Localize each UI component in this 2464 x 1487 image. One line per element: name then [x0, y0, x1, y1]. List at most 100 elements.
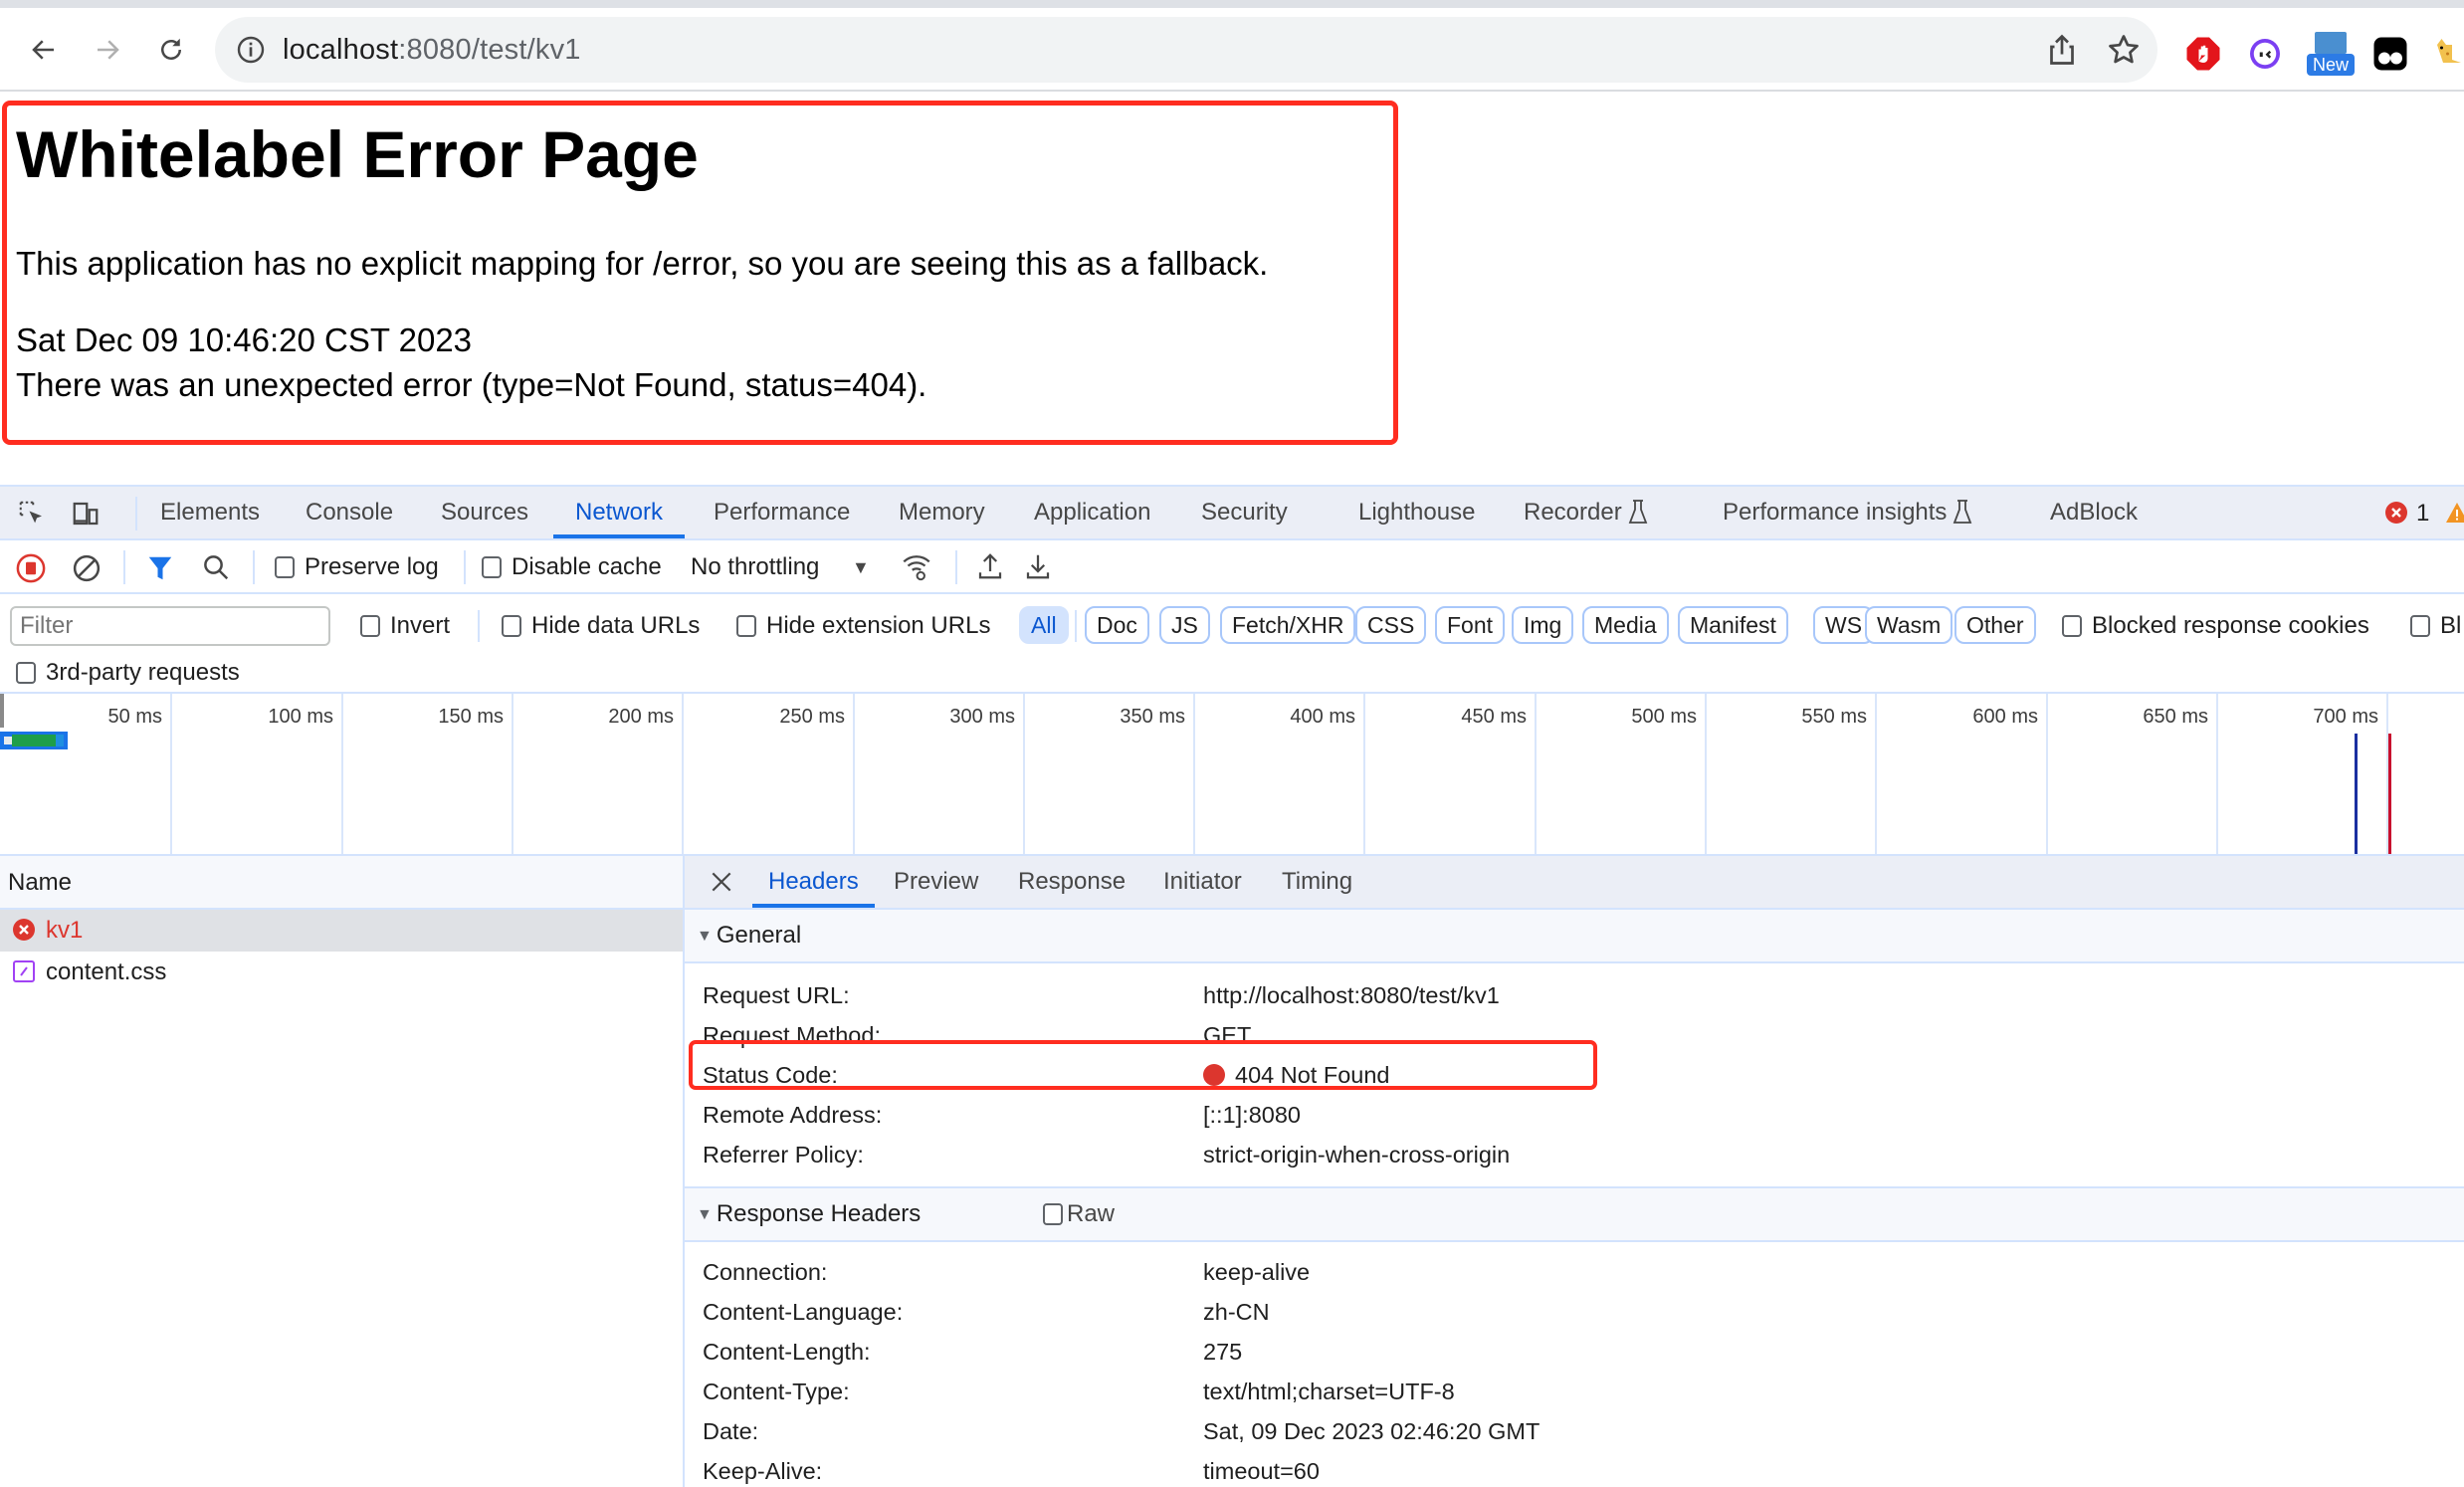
hide-data-urls-checkbox[interactable]: Hide data URLs [502, 611, 700, 641]
details-tab-bar: Headers Preview Response Initiator Timin… [685, 856, 2464, 910]
tab-preview[interactable]: Preview [894, 856, 978, 908]
tab-performance[interactable]: Performance [714, 487, 850, 538]
type-filter-manifest[interactable]: Manifest [1678, 606, 1788, 644]
url-text[interactable]: localhost:8080/test/kv1 [283, 31, 581, 69]
timeline-gridline [1875, 694, 1877, 854]
filter-input[interactable] [10, 606, 330, 646]
type-filter-css[interactable]: CSS [1355, 606, 1427, 644]
timeline-gridline [1705, 694, 1707, 854]
load-event-marker [2388, 734, 2391, 854]
timeline-tick-label: 150 ms [438, 706, 504, 728]
tab-headers[interactable]: Headers [752, 856, 875, 908]
raw-checkbox[interactable]: Raw [1043, 1188, 1115, 1240]
type-filter-fetch-xhr[interactable]: Fetch/XHR [1220, 606, 1356, 644]
third-party-requests-checkbox[interactable]: 3rd-party requests [16, 658, 240, 688]
type-filter-img[interactable]: Img [1512, 606, 1574, 644]
header-row: Request URL: http://localhost:8080/test/k… [703, 982, 1500, 1008]
close-icon[interactable] [709, 869, 734, 895]
triangle-down-icon: ▼ [697, 1206, 713, 1223]
tab-timing[interactable]: Timing [1282, 856, 1352, 908]
tab-security[interactable]: Security [1201, 487, 1288, 538]
timeline-gridline [170, 694, 172, 854]
error-counter[interactable]: 1 [2384, 499, 2429, 529]
tab-adblock[interactable]: AdBlock [2050, 487, 2138, 538]
type-filter-font[interactable]: Font [1435, 606, 1506, 644]
filter-icon[interactable] [145, 553, 175, 583]
device-toolbar-icon[interactable] [70, 499, 102, 529]
throttling-select[interactable]: No throttling ▼ [691, 552, 870, 582]
tab-network[interactable]: Network [553, 487, 686, 538]
share-icon[interactable] [2044, 32, 2080, 68]
search-icon[interactable] [201, 552, 231, 582]
cat-extension-icon[interactable] [2434, 36, 2464, 72]
tab-application[interactable]: Application [1034, 487, 1150, 538]
tab-response[interactable]: Response [1018, 856, 1126, 908]
blocked-requests-checkbox[interactable]: Bl [2410, 611, 2461, 641]
timeline-overview[interactable]: 50 ms 100 ms 150 ms 200 ms 250 ms 300 ms 350 m… [0, 694, 2464, 856]
tab-elements[interactable]: Elements [160, 487, 260, 538]
request-row-content-css[interactable]: content.css [0, 952, 683, 993]
timeline-start-handle[interactable] [0, 694, 4, 728]
tab-strip [0, 0, 2464, 8]
request-row-kv1[interactable]: kv1 [0, 910, 683, 952]
filter-bar: Invert Hide data URLs Hide extension URL… [0, 594, 2464, 694]
warning-icon[interactable] [2444, 501, 2464, 525]
import-har-icon[interactable] [975, 550, 1005, 582]
response-headers-section-header[interactable]: ▼ Response Headers Raw [685, 1188, 2464, 1242]
tampermonkey-icon[interactable] [2372, 36, 2408, 72]
tab-lighthouse[interactable]: Lighthouse [1358, 487, 1475, 538]
blocked-response-cookies-checkbox[interactable]: Blocked response cookies [2062, 611, 2369, 641]
forward-button[interactable] [86, 28, 129, 72]
tab-recorder[interactable]: Recorder [1524, 487, 1648, 538]
error-icon [2385, 502, 2407, 524]
timeline-gridline [853, 694, 855, 854]
timeline-tick-label: 550 ms [1801, 706, 1867, 728]
column-header-name[interactable]: Name [0, 856, 683, 910]
disable-cache-checkbox[interactable]: Disable cache [482, 552, 662, 582]
type-filter-other[interactable]: Other [1954, 606, 2036, 644]
request-bar-download [56, 735, 64, 746]
hide-extension-urls-checkbox[interactable]: Hide extension URLs [736, 611, 990, 641]
timeline-tick-label: 100 ms [268, 706, 333, 728]
timeline-gridline [1023, 694, 1025, 854]
preserve-log-checkbox[interactable]: Preserve log [275, 552, 439, 582]
timeline-tick-label: 350 ms [1120, 706, 1185, 728]
tab-sources[interactable]: Sources [441, 487, 528, 538]
header-row: Content-Type: text/html;charset=UTF-8 [703, 1379, 1455, 1404]
type-filter-media[interactable]: Media [1582, 606, 1669, 644]
tab-console[interactable]: Console [306, 487, 393, 538]
tab-performance-insights[interactable]: Performance insights [1723, 487, 1972, 538]
triangle-down-icon: ▼ [697, 928, 713, 945]
new-extension-icon[interactable]: New [2305, 32, 2357, 78]
back-button[interactable] [22, 28, 66, 72]
general-section-header[interactable]: ▼ General [685, 910, 2464, 963]
timeline-tick-label: 600 ms [1972, 706, 2038, 728]
reload-icon [161, 38, 181, 60]
stop-recording-icon[interactable] [16, 553, 46, 583]
timeline-gridline [341, 694, 343, 854]
type-filter-js[interactable]: JS [1159, 606, 1210, 644]
type-filter-all[interactable]: All [1019, 606, 1069, 644]
timeline-tick-label: 300 ms [949, 706, 1015, 728]
timeline-tick-label: 400 ms [1290, 706, 1355, 728]
inspect-element-icon[interactable] [16, 499, 48, 529]
network-conditions-icon[interactable] [900, 550, 933, 584]
clear-icon[interactable] [72, 553, 102, 583]
requests-list: Name kv1 content.css [0, 856, 683, 1487]
tab-initiator[interactable]: Initiator [1163, 856, 1242, 908]
reload-button[interactable] [149, 28, 193, 72]
tab-memory[interactable]: Memory [899, 487, 985, 538]
info-icon[interactable] [235, 34, 267, 66]
checkbox-icon [275, 556, 295, 578]
adblock-icon[interactable] [2185, 36, 2221, 72]
invert-checkbox[interactable]: Invert [360, 611, 450, 641]
address-bar[interactable]: localhost:8080/test/kv1 [215, 17, 2157, 83]
type-filter-doc[interactable]: Doc [1085, 606, 1149, 644]
bookmark-star-icon[interactable] [2106, 32, 2142, 68]
assistant-icon[interactable] [2247, 36, 2283, 72]
type-filter-wasm[interactable]: Wasm [1865, 606, 1953, 644]
export-har-icon[interactable] [1023, 550, 1053, 582]
experimental-flask-icon [1628, 500, 1648, 524]
timeline-gridline [1535, 694, 1537, 854]
experimental-flask-icon [1953, 500, 1972, 524]
